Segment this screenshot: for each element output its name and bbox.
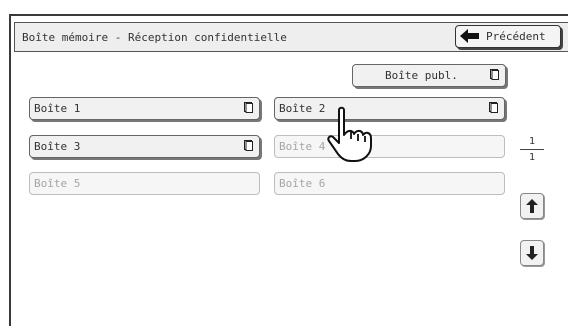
box-6-label: Boîte 6 [279,177,326,190]
page-title: Boîte mémoire - Réception confidentielle [22,31,287,44]
pointing-hand-icon [327,106,372,162]
box-3-label: Boîte 3 [34,140,81,153]
box-5-label: Boîte 5 [34,177,81,190]
scroll-down-icon [526,246,538,260]
page-current: 1 [528,136,536,147]
box-3-button[interactable]: Boîte 3 [29,135,260,158]
box-1-button[interactable]: Boîte 1 [29,97,260,120]
page-indicator: 1 1 [520,136,544,163]
box-4-label: Boîte 4 [279,140,326,153]
back-button[interactable]: Précédent [455,25,561,48]
box-2-label: Boîte 2 [279,102,326,115]
box-5-button[interactable]: Boîte 5 [29,172,260,195]
box-2-button[interactable]: Boîte 2 [274,97,505,120]
document-icon [244,102,253,113]
box-1-label: Boîte 1 [34,102,81,115]
scroll-up-icon [526,199,538,213]
box-4-button[interactable]: Boîte 4 [274,135,505,158]
page-divider [520,149,544,150]
page-total: 1 [528,152,536,163]
document-icon [489,102,498,113]
left-arrow-icon [460,29,479,43]
screen-frame [9,14,568,326]
document-icon [244,140,253,151]
document-icon [490,69,499,80]
scroll-up-button[interactable] [520,193,544,219]
box-6-button[interactable]: Boîte 6 [274,172,505,195]
public-box-label: Boîte publ. [385,69,458,82]
scroll-down-button[interactable] [520,240,544,266]
public-box-button[interactable]: Boîte publ. [352,64,506,87]
back-button-label: Précédent [486,30,546,43]
